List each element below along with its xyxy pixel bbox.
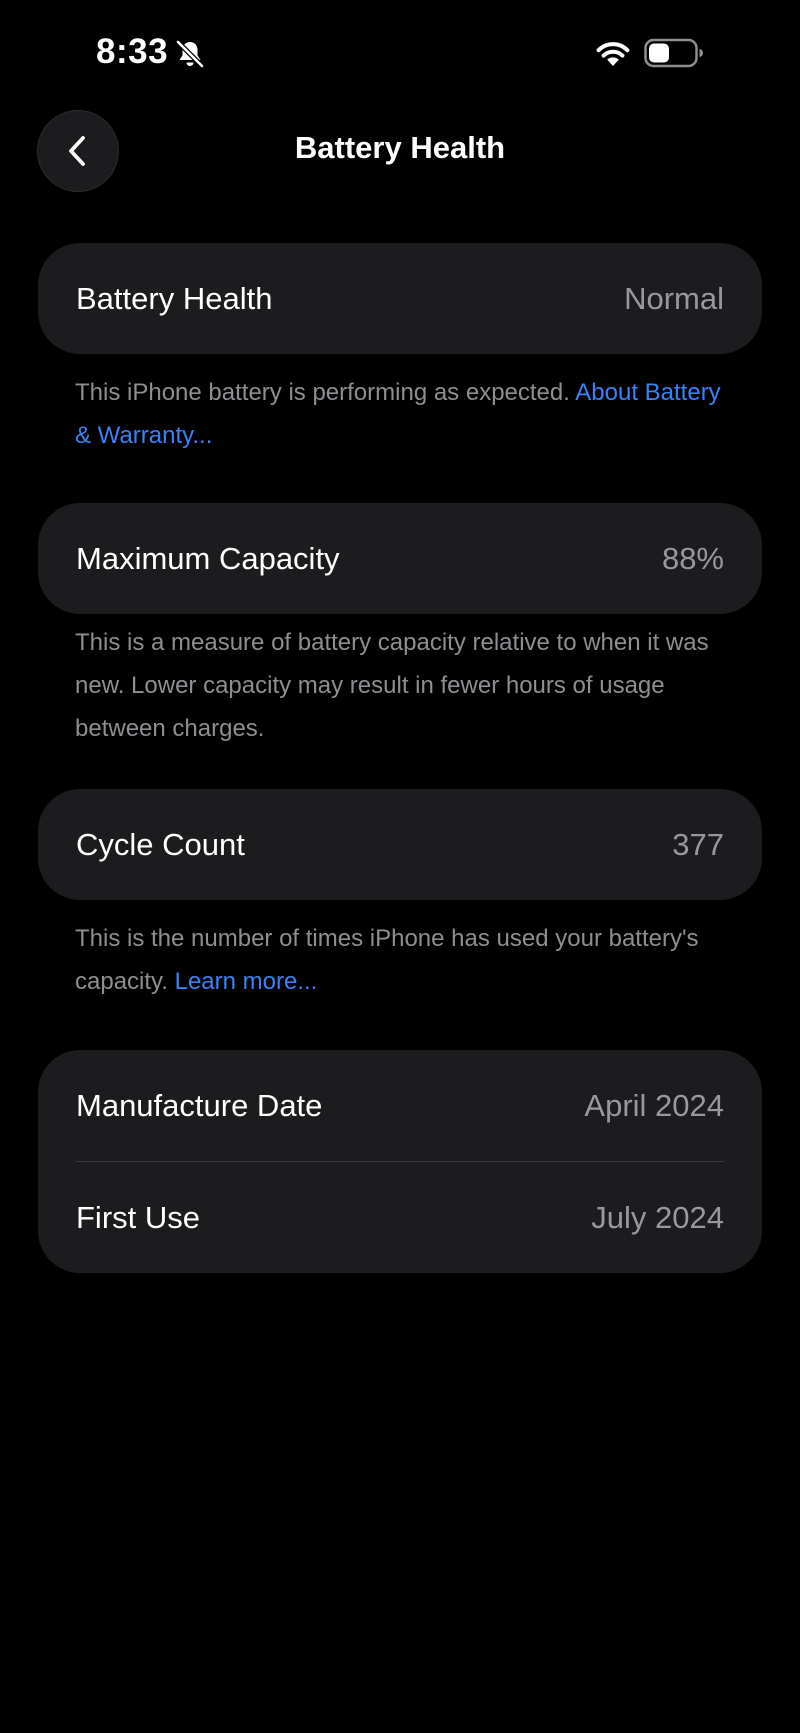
maximum-capacity-value: 88% — [661, 540, 724, 576]
battery-health-card: Battery Health Normal — [38, 243, 762, 354]
maximum-capacity-row: Maximum Capacity 88% — [38, 503, 762, 614]
maximum-capacity-label: Maximum Capacity — [76, 540, 340, 576]
first-use-row: First Use July 2024 — [38, 1162, 762, 1273]
battery-health-row: Battery Health Normal — [38, 243, 762, 354]
battery-health-value: Normal — [624, 280, 724, 316]
manufacture-date-label: Manufacture Date — [76, 1087, 323, 1123]
learn-more-link[interactable]: Learn more... — [175, 968, 318, 995]
dates-card: Manufacture Date April 2024 First Use Ju… — [38, 1050, 762, 1273]
first-use-label: First Use — [76, 1199, 200, 1235]
manufacture-date-value: April 2024 — [584, 1087, 724, 1123]
cycle-count-card: Cycle Count 377 — [38, 789, 762, 900]
cycle-count-value: 377 — [672, 826, 724, 862]
maximum-capacity-footer: This is a measure of battery capacity re… — [75, 621, 735, 750]
cycle-count-label: Cycle Count — [76, 826, 245, 862]
wifi-icon — [596, 42, 630, 66]
bell-slash-icon — [176, 40, 204, 68]
page-title: Battery Health — [294, 130, 506, 165]
cycle-count-footer-text: This is the number of times iPhone has u… — [75, 925, 699, 995]
manufacture-date-row: Manufacture Date April 2024 — [38, 1050, 762, 1161]
battery-health-label: Battery Health — [76, 280, 273, 316]
maximum-capacity-card: Maximum Capacity 88% — [38, 503, 762, 614]
first-use-value: July 2024 — [591, 1199, 724, 1235]
status-bar: 8:33 — [0, 0, 800, 110]
battery-icon — [644, 38, 703, 68]
battery-health-footer: This iPhone battery is performing as exp… — [75, 371, 735, 457]
battery-health-footer-text: This iPhone battery is performing as exp… — [75, 379, 576, 406]
maximum-capacity-footer-text: This is a measure of battery capacity re… — [75, 629, 709, 742]
cycle-count-row: Cycle Count 377 — [38, 789, 762, 900]
cycle-count-footer: This is the number of times iPhone has u… — [75, 917, 735, 1003]
status-time: 8:33 — [96, 32, 169, 71]
